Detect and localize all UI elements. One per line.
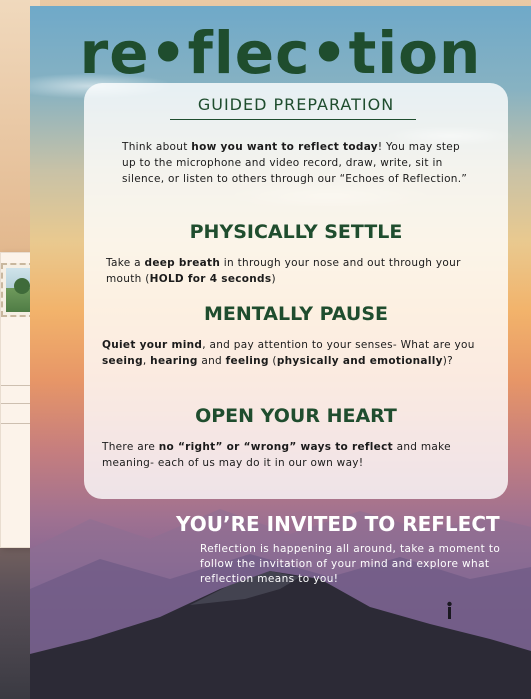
reflection-poster: re•flec•tion GUIDED PREPARATION Think ab… [30,6,531,699]
settle-text: Take a deep breath in through your nose … [106,257,461,285]
stamp-image [6,268,30,312]
pause-text: Quiet your mind, and pay attention to yo… [102,339,475,367]
heading-mentally-pause: MENTALLY PAUSE [204,303,388,325]
poster-title: re•flec•tion [79,19,482,87]
invite-text: Reflection is happening all around, take… [200,543,501,585]
heading-open-your-heart: OPEN YOUR HEART [195,405,397,427]
invite-heading: YOU’RE INVITED TO REFLECT [176,512,500,536]
preparation-panel: GUIDED PREPARATION Think about how you w… [84,83,508,499]
divider [170,119,416,120]
intro-text: Think about how you want to reflect toda… [122,141,468,185]
heart-text: There are no “right” or “wrong” ways to … [102,441,451,469]
heading-physically-settle: PHYSICALLY SETTLE [189,221,403,243]
panel-subtitle: GUIDED PREPARATION [197,95,395,114]
tree-icon [14,278,30,294]
